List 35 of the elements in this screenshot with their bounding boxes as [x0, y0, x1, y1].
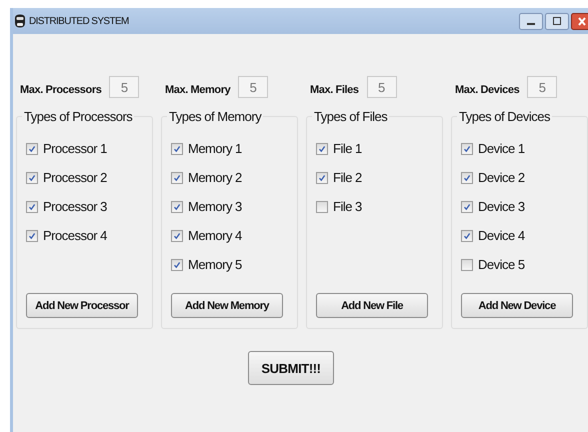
checkbox-label[interactable]: Memory 4 [188, 228, 242, 243]
checkbox-label[interactable]: Device 4 [478, 228, 525, 243]
checkbox-label[interactable]: Device 2 [478, 170, 525, 185]
group-title: Types of Processors [22, 109, 134, 125]
checkbox-label[interactable]: Processor 4 [43, 228, 107, 243]
submit-button[interactable]: SUBMIT!!! [248, 351, 334, 385]
add-button[interactable]: Add New File [316, 293, 428, 318]
number-field[interactable]: 5 [238, 76, 268, 98]
checkbox-label[interactable]: Memory 2 [188, 170, 242, 185]
field-label: Max. Devices [455, 84, 520, 96]
checkbox-label[interactable]: Memory 1 [188, 141, 242, 156]
checkbox-label[interactable]: Memory 5 [188, 257, 242, 272]
group-title: Types of Memory [167, 109, 264, 125]
group-title: Types of Files [312, 109, 390, 125]
window-title: DISTRIBUTED SYSTEM [29, 16, 130, 26]
field-label: Max. Files [310, 84, 359, 96]
checkbox-label[interactable]: Memory 3 [188, 199, 242, 214]
checkbox-label[interactable]: Device 3 [478, 199, 525, 214]
number-field[interactable]: 5 [527, 76, 558, 98]
checkbox-label[interactable]: Processor 1 [43, 141, 107, 156]
add-button[interactable]: Add New Memory [171, 293, 283, 318]
checkbox-label[interactable]: File 1 [333, 141, 362, 156]
checkbox-label[interactable]: Processor 3 [43, 199, 107, 214]
number-field[interactable]: 5 [366, 76, 397, 98]
checkbox-label[interactable]: Device 5 [478, 257, 525, 272]
checkbox-label[interactable]: File 2 [333, 170, 362, 185]
checkbox-label[interactable]: Processor 2 [43, 170, 107, 185]
group-title: Types of Devices [457, 109, 552, 125]
field-label: Max. Processors [20, 84, 102, 96]
add-button[interactable]: Add New Device [461, 293, 573, 318]
add-button[interactable]: Add New Processor [26, 293, 138, 318]
checkbox-label[interactable]: File 3 [333, 199, 362, 214]
field-label: Max. Memory [165, 84, 230, 96]
checkbox-label[interactable]: Device 1 [478, 141, 525, 156]
number-field[interactable]: 5 [109, 76, 140, 98]
